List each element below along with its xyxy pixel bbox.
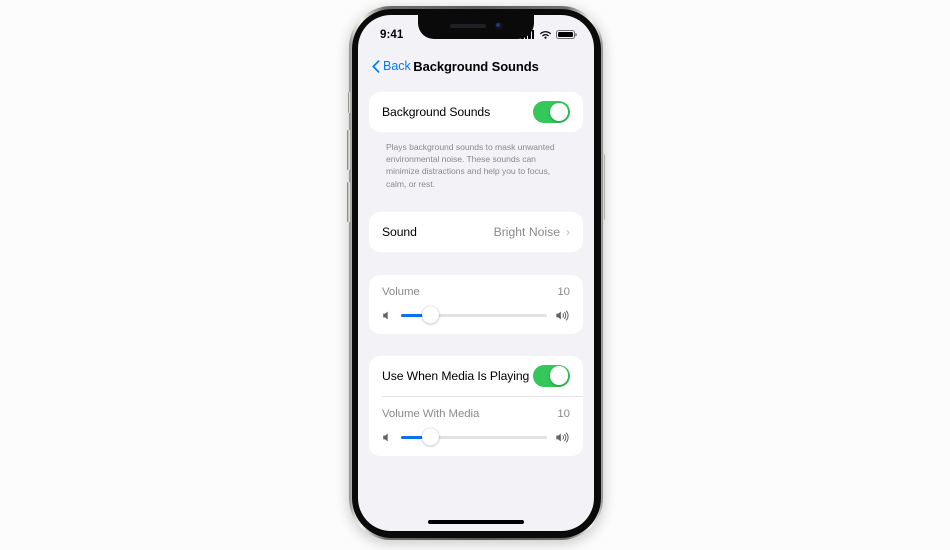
iphone-device: 9:41 Back Background Sounds Background S…: [347, 6, 605, 540]
background-sounds-footnote: Plays background sounds to mask unwanted…: [386, 142, 555, 189]
media-volume-track[interactable]: [401, 428, 547, 446]
sound-card: Sound Bright Noise ›: [369, 211, 583, 252]
use-when-media-row[interactable]: Use When Media Is Playing: [369, 356, 583, 396]
sound-label: Sound: [382, 224, 417, 239]
media-volume-header: Volume With Media 10: [382, 408, 570, 420]
speaker-low-icon: [382, 310, 393, 321]
front-camera-icon: [494, 21, 503, 30]
sound-value: Bright Noise: [493, 224, 560, 239]
media-volume-thumb[interactable]: [421, 428, 439, 446]
media-card: Use When Media Is Playing Volume With Me…: [369, 355, 583, 456]
volume-header: Volume 10: [382, 286, 570, 298]
background-sounds-card: Background Sounds: [369, 92, 583, 132]
navigation-bar: Back Background Sounds: [358, 48, 594, 84]
status-time: 9:41: [380, 28, 404, 41]
volume-slider-row[interactable]: [382, 306, 570, 324]
power-button[interactable]: [601, 154, 605, 220]
speaker-low-icon: [382, 432, 393, 443]
back-button-label: Back: [383, 59, 411, 73]
chevron-right-icon: ›: [566, 224, 570, 239]
device-notch: [418, 15, 534, 39]
background-sounds-row[interactable]: Background Sounds: [369, 92, 583, 132]
speaker-high-icon: [555, 310, 570, 321]
sound-value-group: Bright Noise ›: [494, 225, 570, 239]
sound-row[interactable]: Sound Bright Noise ›: [369, 212, 583, 252]
volume-card: Volume 10: [369, 274, 583, 334]
phone-screen: 9:41 Back Background Sounds Background S…: [358, 15, 594, 531]
volume-thumb[interactable]: [421, 306, 439, 324]
volume-value: 10: [557, 285, 570, 298]
use-when-media-label: Use When Media Is Playing: [382, 368, 530, 383]
media-volume-value: 10: [557, 407, 570, 420]
volume-slider-block: Volume 10: [369, 275, 583, 334]
background-sounds-label: Background Sounds: [382, 105, 491, 119]
volume-down-button[interactable]: [347, 182, 351, 222]
media-volume-slider-block: Volume With Media 10: [369, 397, 583, 456]
toggle-knob: [549, 102, 569, 122]
earpiece-speaker-icon: [449, 23, 486, 28]
battery-full-icon: [556, 29, 575, 40]
mute-switch-button[interactable]: [347, 92, 351, 113]
volume-up-button[interactable]: [347, 130, 351, 170]
use-when-media-toggle[interactable]: [533, 364, 570, 387]
media-volume-label: Volume With Media: [382, 407, 480, 420]
volume-track[interactable]: [401, 306, 547, 324]
chevron-left-icon: [372, 59, 380, 73]
back-button[interactable]: Back: [372, 59, 411, 73]
media-volume-slider-row[interactable]: [382, 428, 570, 446]
background-sounds-toggle[interactable]: [533, 101, 570, 123]
settings-content: Background Sounds Plays background sound…: [358, 84, 594, 456]
volume-label: Volume: [382, 285, 420, 298]
wifi-icon: [539, 30, 551, 39]
speaker-high-icon: [555, 432, 570, 443]
home-indicator[interactable]: [428, 520, 524, 524]
toggle-knob: [549, 366, 569, 386]
